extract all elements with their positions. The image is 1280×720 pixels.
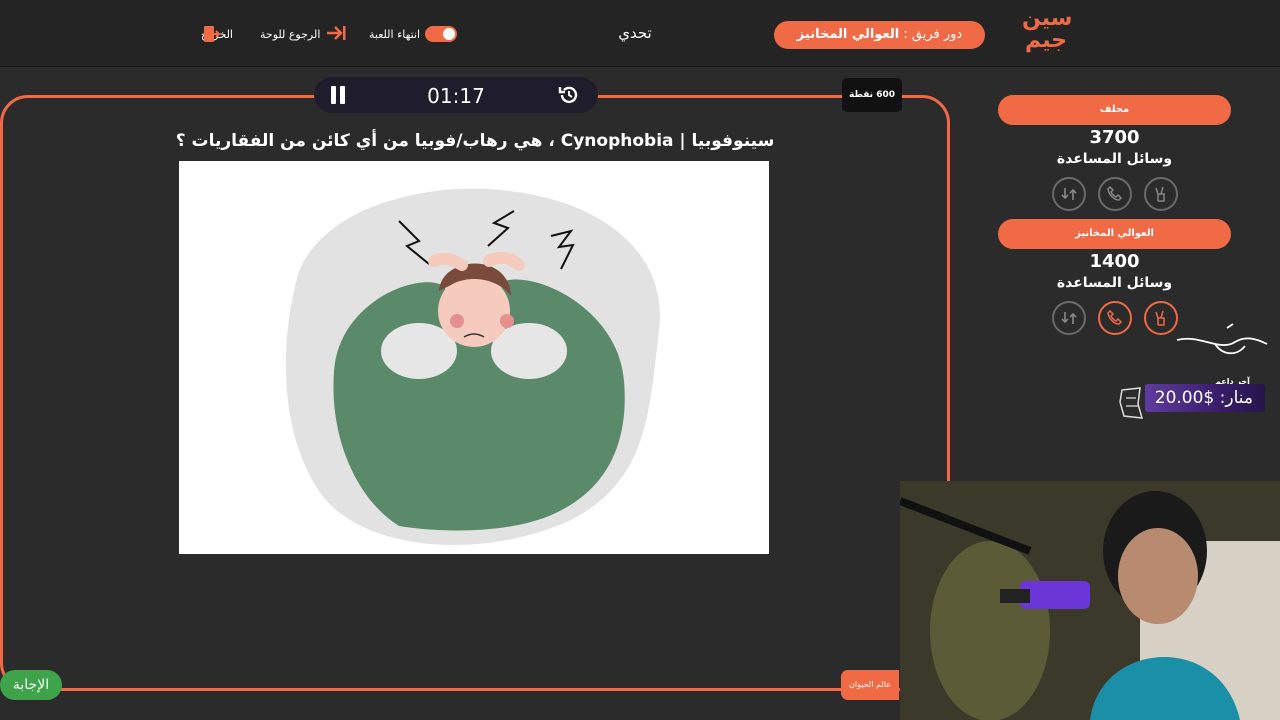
answer-button[interactable]: الإجابة — [0, 670, 62, 700]
timer: 01:17 — [427, 84, 485, 108]
end-game-button[interactable]: انتهاء اللعبة — [369, 24, 458, 44]
logo: سين جيم — [1022, 6, 1073, 60]
webcam-feed — [900, 481, 1280, 720]
supporter-box: منار: 20.00$ — [1145, 384, 1265, 412]
toggle-icon[interactable] — [425, 26, 458, 42]
team-turn-badge: دور فريق : العوالي المخانيز — [774, 21, 985, 49]
team-1-helpers-label: وسائل المساعدة — [1056, 151, 1173, 167]
swap-helper-icon[interactable] — [1052, 177, 1086, 211]
supporter-amount: 20.00$ — [1154, 388, 1215, 408]
team-1-name: محلف — [998, 95, 1231, 125]
question-image — [179, 161, 769, 554]
team-2-helpers-label: وسائل المساعدة — [1056, 275, 1173, 291]
phone-helper-icon[interactable] — [1098, 177, 1132, 211]
category-badge: عالم الحيوان — [841, 670, 899, 700]
top-bar: سين جيم دور فريق : العوالي المخانيز تحدي… — [0, 0, 1280, 67]
pause-icon[interactable] — [330, 86, 346, 104]
reset-timer-icon[interactable] — [558, 84, 580, 106]
back-label: الرجوع للوحة — [260, 27, 321, 41]
team-2-score: 1400 — [1089, 251, 1140, 272]
end-game-label: انتهاء اللعبة — [369, 27, 421, 41]
phone-helper-icon[interactable] — [1098, 301, 1132, 335]
page-title: تحدي — [618, 24, 652, 42]
timer-bar: 01:17 — [314, 77, 598, 113]
supporter-avatar — [1118, 384, 1144, 422]
arrow-right-icon — [325, 24, 347, 45]
grid-icon — [238, 26, 255, 43]
turn-label: دور فريق : — [903, 27, 963, 42]
exit-door-icon — [202, 25, 221, 47]
team-1-score: 3700 — [1089, 127, 1140, 148]
points-badge: 600 نقطة — [842, 78, 902, 112]
supporter-name: منار — [1225, 388, 1253, 408]
back-to-board-button[interactable]: الرجوع للوحة — [260, 24, 347, 44]
logo-text-top: سين — [1022, 6, 1073, 31]
turn-team-name: العوالي المخانيز — [796, 27, 900, 42]
stressed-person-illustration — [285, 188, 660, 545]
two-answers-helper-icon[interactable] — [1144, 301, 1178, 335]
team-2-name: العوالي المخانيز — [998, 219, 1231, 249]
logo-text-bottom: جيم — [1024, 28, 1068, 53]
two-answers-helper-icon[interactable] — [1144, 177, 1178, 211]
swap-helper-icon[interactable] — [1052, 301, 1086, 335]
bird-sketch-icon — [1175, 322, 1270, 366]
question-text: سينوفوبيا | Cynophobia ، هي رهاب/فوبيا م… — [175, 131, 775, 151]
